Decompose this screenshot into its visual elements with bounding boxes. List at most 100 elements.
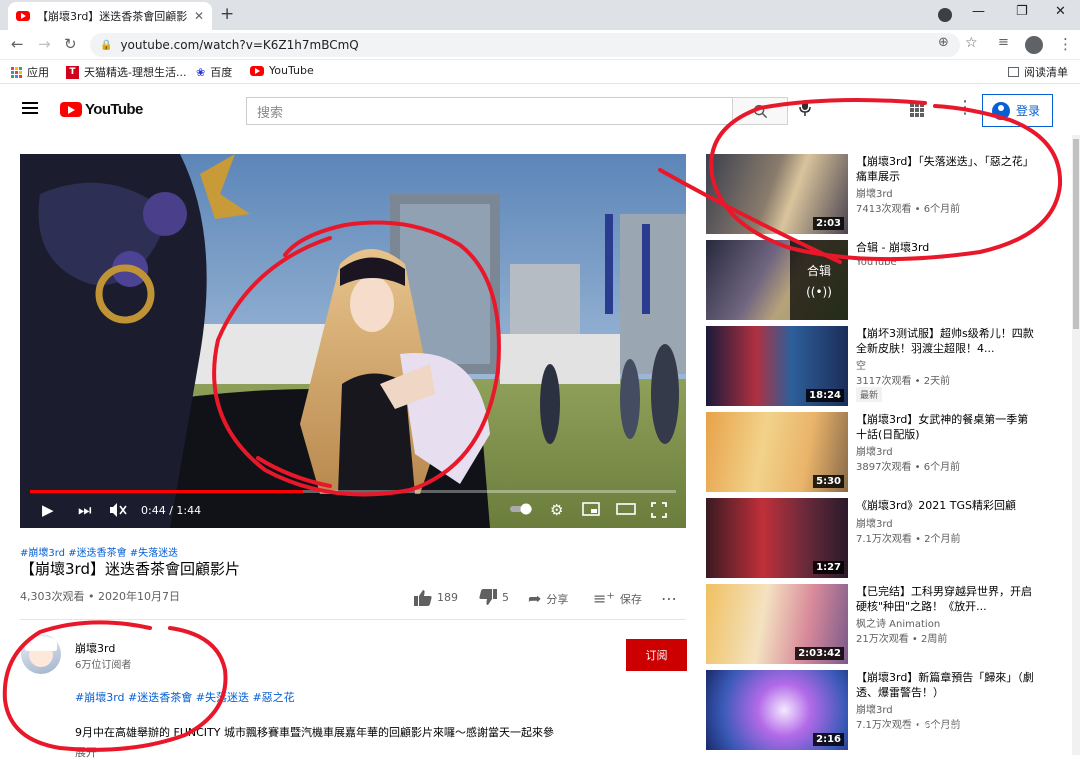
duration-badge: 18:24	[806, 389, 844, 402]
channel-avatar[interactable]	[21, 634, 61, 674]
new-tab-icon[interactable]: +	[220, 4, 234, 24]
subscribe-button[interactable]: 订阅	[626, 639, 687, 671]
search-placeholder: 搜索	[257, 105, 284, 121]
share-label: 分享	[546, 592, 569, 606]
microphone-icon[interactable]	[798, 99, 812, 117]
recommendation-title: 【崩壞3rd】女武神的餐桌第一季第十話(日配版)	[856, 413, 1029, 441]
save-label: 保存	[619, 592, 642, 606]
share-icon: ➦	[528, 589, 542, 608]
mix-thumbnail: 合辑 ((•))	[706, 240, 848, 320]
settings-more-icon[interactable]: ⋮	[956, 99, 974, 117]
recommendation-item[interactable]: 合辑 ((•)) 合辑 - 崩壞3rd YouTube	[706, 240, 1066, 320]
fullscreen-icon[interactable]	[651, 502, 667, 518]
duration-badge: 1:27	[813, 561, 844, 574]
apps-icon[interactable]	[910, 103, 924, 117]
save-button[interactable]: ≡⁺ 保存	[593, 589, 642, 608]
search-icon	[753, 104, 767, 118]
bookmark-apps[interactable]: 应用	[11, 64, 49, 80]
reload-icon[interactable]: ↻	[64, 35, 77, 53]
bookmark-star-icon[interactable]: ☆	[965, 35, 978, 51]
dislike-button[interactable]: 5	[479, 589, 509, 606]
player-controls: ▶ ⏭ 0:44 / 1:44 ⚙	[20, 488, 686, 528]
youtube-favicon-icon	[250, 65, 264, 76]
share-button[interactable]: ➦ 分享	[528, 589, 568, 608]
search-button[interactable]	[732, 97, 788, 125]
muted-volume-icon[interactable]	[109, 502, 127, 518]
youtube-logo[interactable]: YouTube	[60, 101, 143, 118]
profile-icon[interactable]	[1025, 36, 1043, 54]
recommendation-views: 3117次观看 • 2天前	[856, 376, 951, 387]
watermark-logo: ◎ 崩坏三吧	[880, 722, 979, 744]
bookmarks-bar: 应用 T 天猫精选-理想生活... ❀ 百度 YouTube 阅读清单	[0, 60, 1080, 84]
description-hashtags[interactable]: #崩壞3rd #迷迭香茶會 #失落迷迭 #惡之花	[75, 689, 295, 705]
playlist-add-icon: ≡⁺	[593, 589, 615, 608]
tab-close-icon[interactable]: ✕	[194, 9, 204, 23]
reading-list[interactable]: 阅读清单	[1008, 64, 1068, 80]
recommendation-item[interactable]: 2:03 【崩壞3rd】「失落迷迭」、「惡之花」痛車展示 崩壞3rd 7413次…	[706, 154, 1066, 234]
mix-label: 合辑	[806, 263, 831, 278]
more-actions-button[interactable]: ⋯	[661, 589, 677, 608]
theater-mode-icon[interactable]	[616, 503, 636, 515]
recommendation-item[interactable]: 1:27 《崩壞3rd》2021 TGS精彩回顧 崩壞3rd 7.1万次观看 •…	[706, 498, 1066, 578]
back-icon[interactable]: ←	[11, 35, 24, 53]
scrollbar-thumb[interactable]	[1073, 139, 1079, 329]
divider	[20, 619, 686, 620]
page-scrollbar[interactable]	[1072, 135, 1080, 755]
more-horizontal-icon: ⋯	[661, 589, 677, 608]
lock-icon: 🔒	[100, 39, 113, 51]
bookmark-label: 天猫精选-理想生活...	[84, 66, 187, 79]
recommendation-channel: 崩壞3rd	[856, 447, 893, 458]
recommendation-item[interactable]: 18:24 【崩坏3测试服】超帅s级希儿！四款全新皮肤！羽渡尘超限！4... 空…	[706, 326, 1066, 406]
thumbs-down-icon	[479, 589, 497, 605]
recommendation-item[interactable]: 2:03:42 【已完结】工科男穿越异世界，开启硬核"种田"之路！《放开... …	[706, 584, 1066, 664]
media-icon[interactable]: ≡	[998, 35, 1009, 50]
minimize-icon[interactable]: —	[972, 4, 985, 19]
browser-tab[interactable]: 【崩壞3rd】迷迭香茶會回顧影片 ✕	[8, 2, 212, 30]
tab-search-icon[interactable]	[938, 8, 952, 22]
miniplayer-icon[interactable]	[582, 502, 600, 516]
channel-name[interactable]: 崩壞3rd	[75, 640, 115, 656]
chrome-menu-icon[interactable]: ⋮	[1058, 35, 1073, 53]
video-player[interactable]: ▶ ⏭ 0:44 / 1:44 ⚙	[20, 154, 686, 528]
recommendation-channel: YouTube	[856, 257, 897, 268]
install-icon[interactable]: ⊕	[938, 35, 949, 50]
maximize-icon[interactable]: ❐	[1016, 4, 1028, 19]
next-icon[interactable]: ⏭	[78, 501, 92, 519]
omnibox[interactable]: 🔒 youtube.com/watch?v=K6Z1h7mBCmQ	[90, 33, 960, 57]
recommendation-item[interactable]: 5:30 【崩壞3rd】女武神的餐桌第一季第十話(日配版) 崩壞3rd 3897…	[706, 412, 1066, 492]
bookmark-youtube[interactable]: YouTube	[250, 64, 314, 77]
sign-in-button[interactable]: 登录	[982, 94, 1053, 127]
subscriber-count: 6万位订阅者	[75, 660, 132, 671]
search-input[interactable]: 搜索	[246, 97, 733, 125]
duration-badge: 2:03	[813, 217, 844, 230]
close-window-icon[interactable]: ✕	[1055, 4, 1066, 19]
bookmark-tmall[interactable]: T 天猫精选-理想生活...	[66, 64, 186, 80]
like-count: 189	[437, 591, 458, 604]
new-badge: 最新	[856, 387, 883, 402]
video-hashtags[interactable]: #崩壞3rd #迷迭香茶會 #失落迷迭	[20, 544, 178, 559]
forward-icon[interactable]: →	[38, 35, 51, 53]
video-thumbnail: 2:03	[706, 154, 848, 234]
video-thumbnail: 5:30	[706, 412, 848, 492]
menu-icon[interactable]	[22, 102, 38, 114]
video-thumbnail: 1:27	[706, 498, 848, 578]
logo-text: YouTube	[85, 101, 143, 118]
progress-bar[interactable]	[30, 490, 676, 493]
tab-title: 【崩壞3rd】迷迭香茶會回顧影片	[37, 10, 187, 23]
recommendation-views: 3897次观看 • 6个月前	[856, 462, 961, 473]
video-thumbnail: 2:03:42	[706, 584, 848, 664]
recommendation-views: 21万次观看 • 2周前	[856, 634, 948, 645]
like-button[interactable]: 189	[414, 589, 458, 606]
recommendation-title: 【已完结】工科男穿越异世界，开启硬核"种田"之路！《放开...	[856, 585, 1032, 613]
video-description: 9月中在高雄舉辦的 FUNCITY 城市飄移賽車暨汽機車展嘉年華的回顧影片來囉～…	[75, 726, 554, 739]
settings-gear-icon[interactable]: ⚙	[550, 501, 563, 519]
apps-grid-icon	[11, 66, 22, 78]
autoplay-toggle-icon[interactable]	[510, 503, 534, 515]
show-more-button[interactable]: 展开	[75, 744, 97, 760]
youtube-header: YouTube 搜索 ⋮ 登录	[0, 85, 1080, 135]
bookmark-baidu[interactable]: ❀ 百度	[196, 64, 232, 80]
video-thumbnail: 18:24	[706, 326, 848, 406]
play-icon[interactable]: ▶	[42, 501, 54, 519]
duration-badge: 5:30	[813, 475, 844, 488]
bookmark-label: 应用	[27, 66, 49, 79]
